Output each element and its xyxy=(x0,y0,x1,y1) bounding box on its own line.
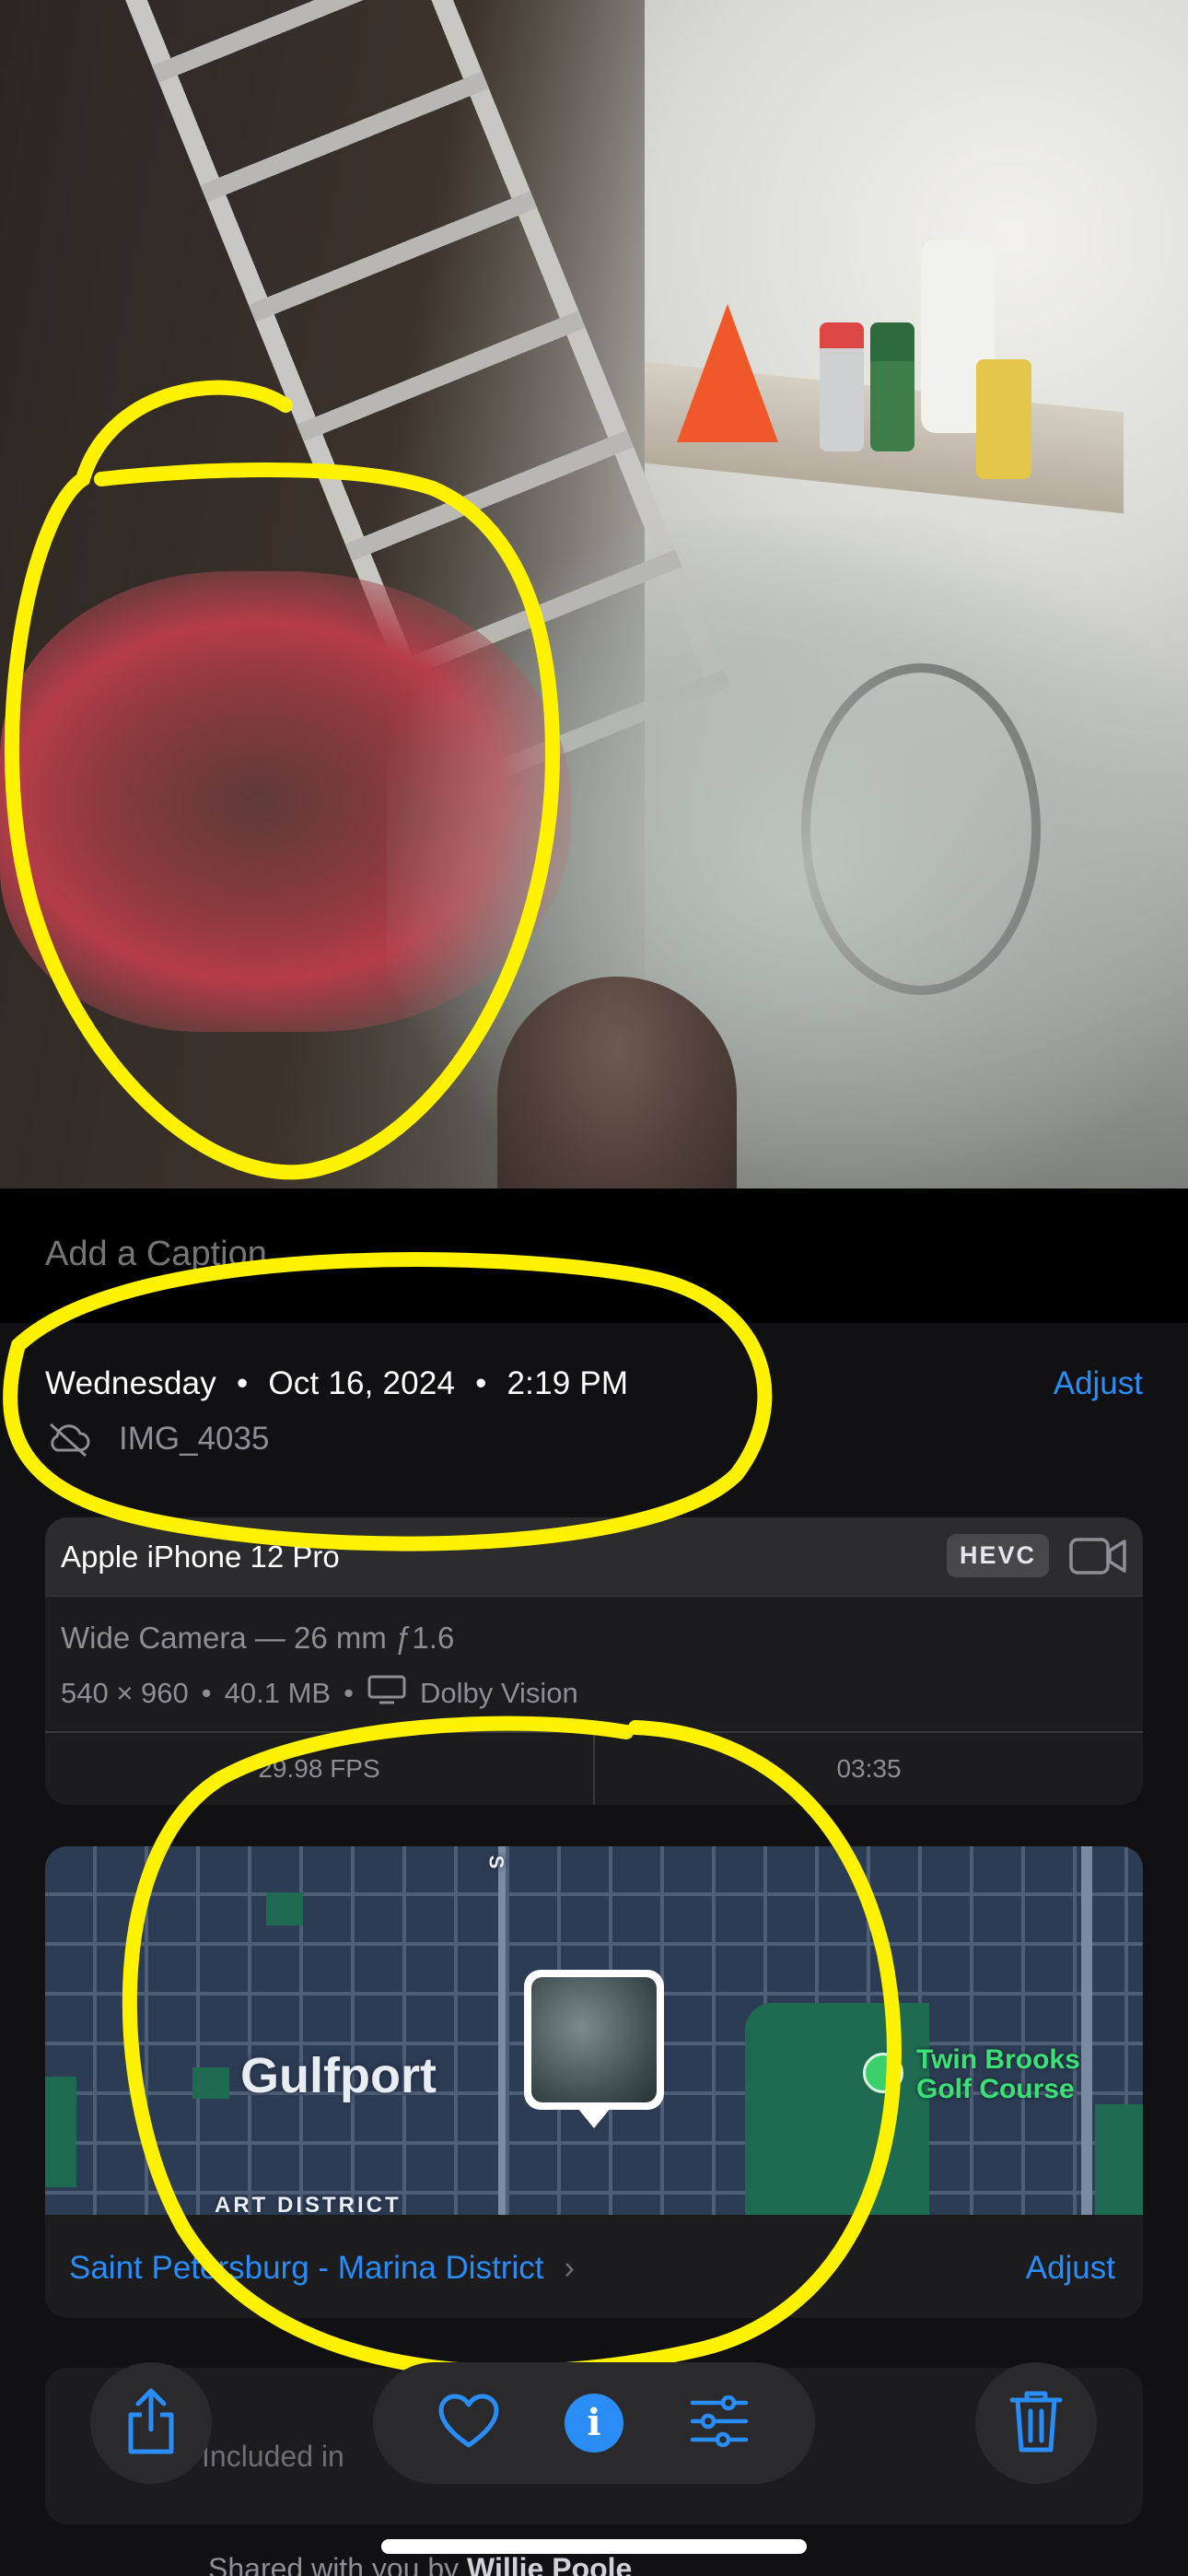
info-button[interactable]: i xyxy=(561,2390,627,2456)
adjust-location-button[interactable]: Adjust xyxy=(1026,2250,1115,2287)
media-meta: 540 × 960 • 40.1 MB • Dolby Vision xyxy=(61,1674,578,1713)
info-icon: i xyxy=(565,2394,623,2453)
camera-info-card: Apple iPhone 12 Pro HEVC Wide Camera — 2… xyxy=(45,1517,1143,1805)
chevron-right-icon: › xyxy=(564,2250,575,2286)
golf-icon xyxy=(863,2053,903,2093)
location-name: Saint Petersburg - Marina District xyxy=(69,2250,544,2286)
resolution: 540 × 960 xyxy=(61,1677,189,1709)
poi-label: Twin Brooks Golf Course xyxy=(916,2045,1080,2104)
favorite-button[interactable] xyxy=(436,2390,502,2456)
photo-can xyxy=(976,359,1031,479)
date-value: Oct 16, 2024 xyxy=(268,1365,456,1401)
share-icon xyxy=(123,2387,179,2460)
file-line: IMG_4035 xyxy=(45,1421,269,1458)
poi-label-line2: Golf Course xyxy=(916,2074,1075,2104)
frame-rate: 29.98 FPS xyxy=(258,1754,380,1783)
date-day: Wednesday xyxy=(45,1365,216,1401)
album-card-label: Included in xyxy=(202,2440,344,2473)
map-park xyxy=(45,2077,76,2187)
map-city-label: Gulfport xyxy=(240,2048,437,2103)
photo-thumbnail xyxy=(531,1977,657,2102)
video-stats: 29.98 FPS 03:35 xyxy=(45,1731,1143,1805)
video-camera-icon xyxy=(1069,1536,1126,1581)
shared-prefix: Shared with you by xyxy=(208,2552,460,2576)
format-badge: HEVC xyxy=(946,1534,1049,1577)
date-time-line: Wednesday • Oct 16, 2024 • 2:19 PM xyxy=(45,1365,628,1402)
file-name: IMG_4035 xyxy=(119,1421,270,1457)
map-park xyxy=(745,2003,929,2215)
toolbar-actions: i xyxy=(373,2362,815,2484)
photo-spray-can xyxy=(820,322,864,451)
map-park xyxy=(192,2067,229,2099)
time-value: 2:19 PM xyxy=(507,1365,629,1401)
caption-row xyxy=(0,1188,1188,1323)
photo-viewer[interactable] xyxy=(0,0,1188,1188)
photo-spray-can xyxy=(870,322,914,451)
photo-traffic-cone xyxy=(677,304,778,442)
home-indicator[interactable] xyxy=(381,2539,807,2554)
edit-button[interactable] xyxy=(686,2390,752,2456)
display-icon xyxy=(367,1674,407,1713)
shared-by-name: Willie Poole xyxy=(467,2552,633,2576)
poi-label-line1: Twin Brooks xyxy=(916,2044,1080,2075)
caption-input[interactable] xyxy=(45,1235,1058,1274)
hdr-format: Dolby Vision xyxy=(419,1677,578,1709)
location-name-link[interactable]: Saint Petersburg - Marina District › xyxy=(69,2250,575,2287)
photo-location-pin[interactable] xyxy=(524,1970,664,2128)
separator: • xyxy=(236,1365,249,1401)
separator: • xyxy=(201,1677,212,1709)
map-district-label: ART DISTRICT xyxy=(215,2193,402,2215)
map-road xyxy=(1081,1846,1092,2215)
file-size: 40.1 MB xyxy=(224,1677,332,1709)
location-row[interactable]: Saint Petersburg - Marina District › Adj… xyxy=(45,2215,1143,2318)
cloud-off-icon xyxy=(45,1421,91,1458)
duration: 03:35 xyxy=(593,1733,1143,1805)
location-map[interactable]: S Gulfport ART DISTRICT Twin Brooks Golf… xyxy=(45,1846,1143,2215)
map-road xyxy=(498,1846,506,2215)
separator: • xyxy=(344,1677,354,1709)
sliders-icon xyxy=(690,2395,749,2452)
adjust-date-button[interactable]: Adjust xyxy=(1054,1365,1143,1402)
camera-card-header: Apple iPhone 12 Pro HEVC xyxy=(45,1517,1143,1597)
map-street-label: S xyxy=(484,1855,508,1869)
trash-icon xyxy=(1008,2389,1064,2458)
map-park xyxy=(266,1892,303,1926)
pin-tail xyxy=(577,2108,611,2128)
location-card[interactable]: S Gulfport ART DISTRICT Twin Brooks Golf… xyxy=(45,1846,1143,2318)
map-park xyxy=(1095,2104,1143,2215)
share-button[interactable] xyxy=(90,2362,212,2484)
device-name: Apple iPhone 12 Pro xyxy=(61,1540,340,1574)
shared-by-line: Shared with you by Willie Poole xyxy=(208,2552,632,2576)
delete-button[interactable] xyxy=(975,2362,1097,2484)
separator: • xyxy=(475,1365,487,1401)
lens-info: Wide Camera — 26 mm ƒ1.6 xyxy=(61,1621,455,1655)
heart-icon xyxy=(438,2394,499,2453)
